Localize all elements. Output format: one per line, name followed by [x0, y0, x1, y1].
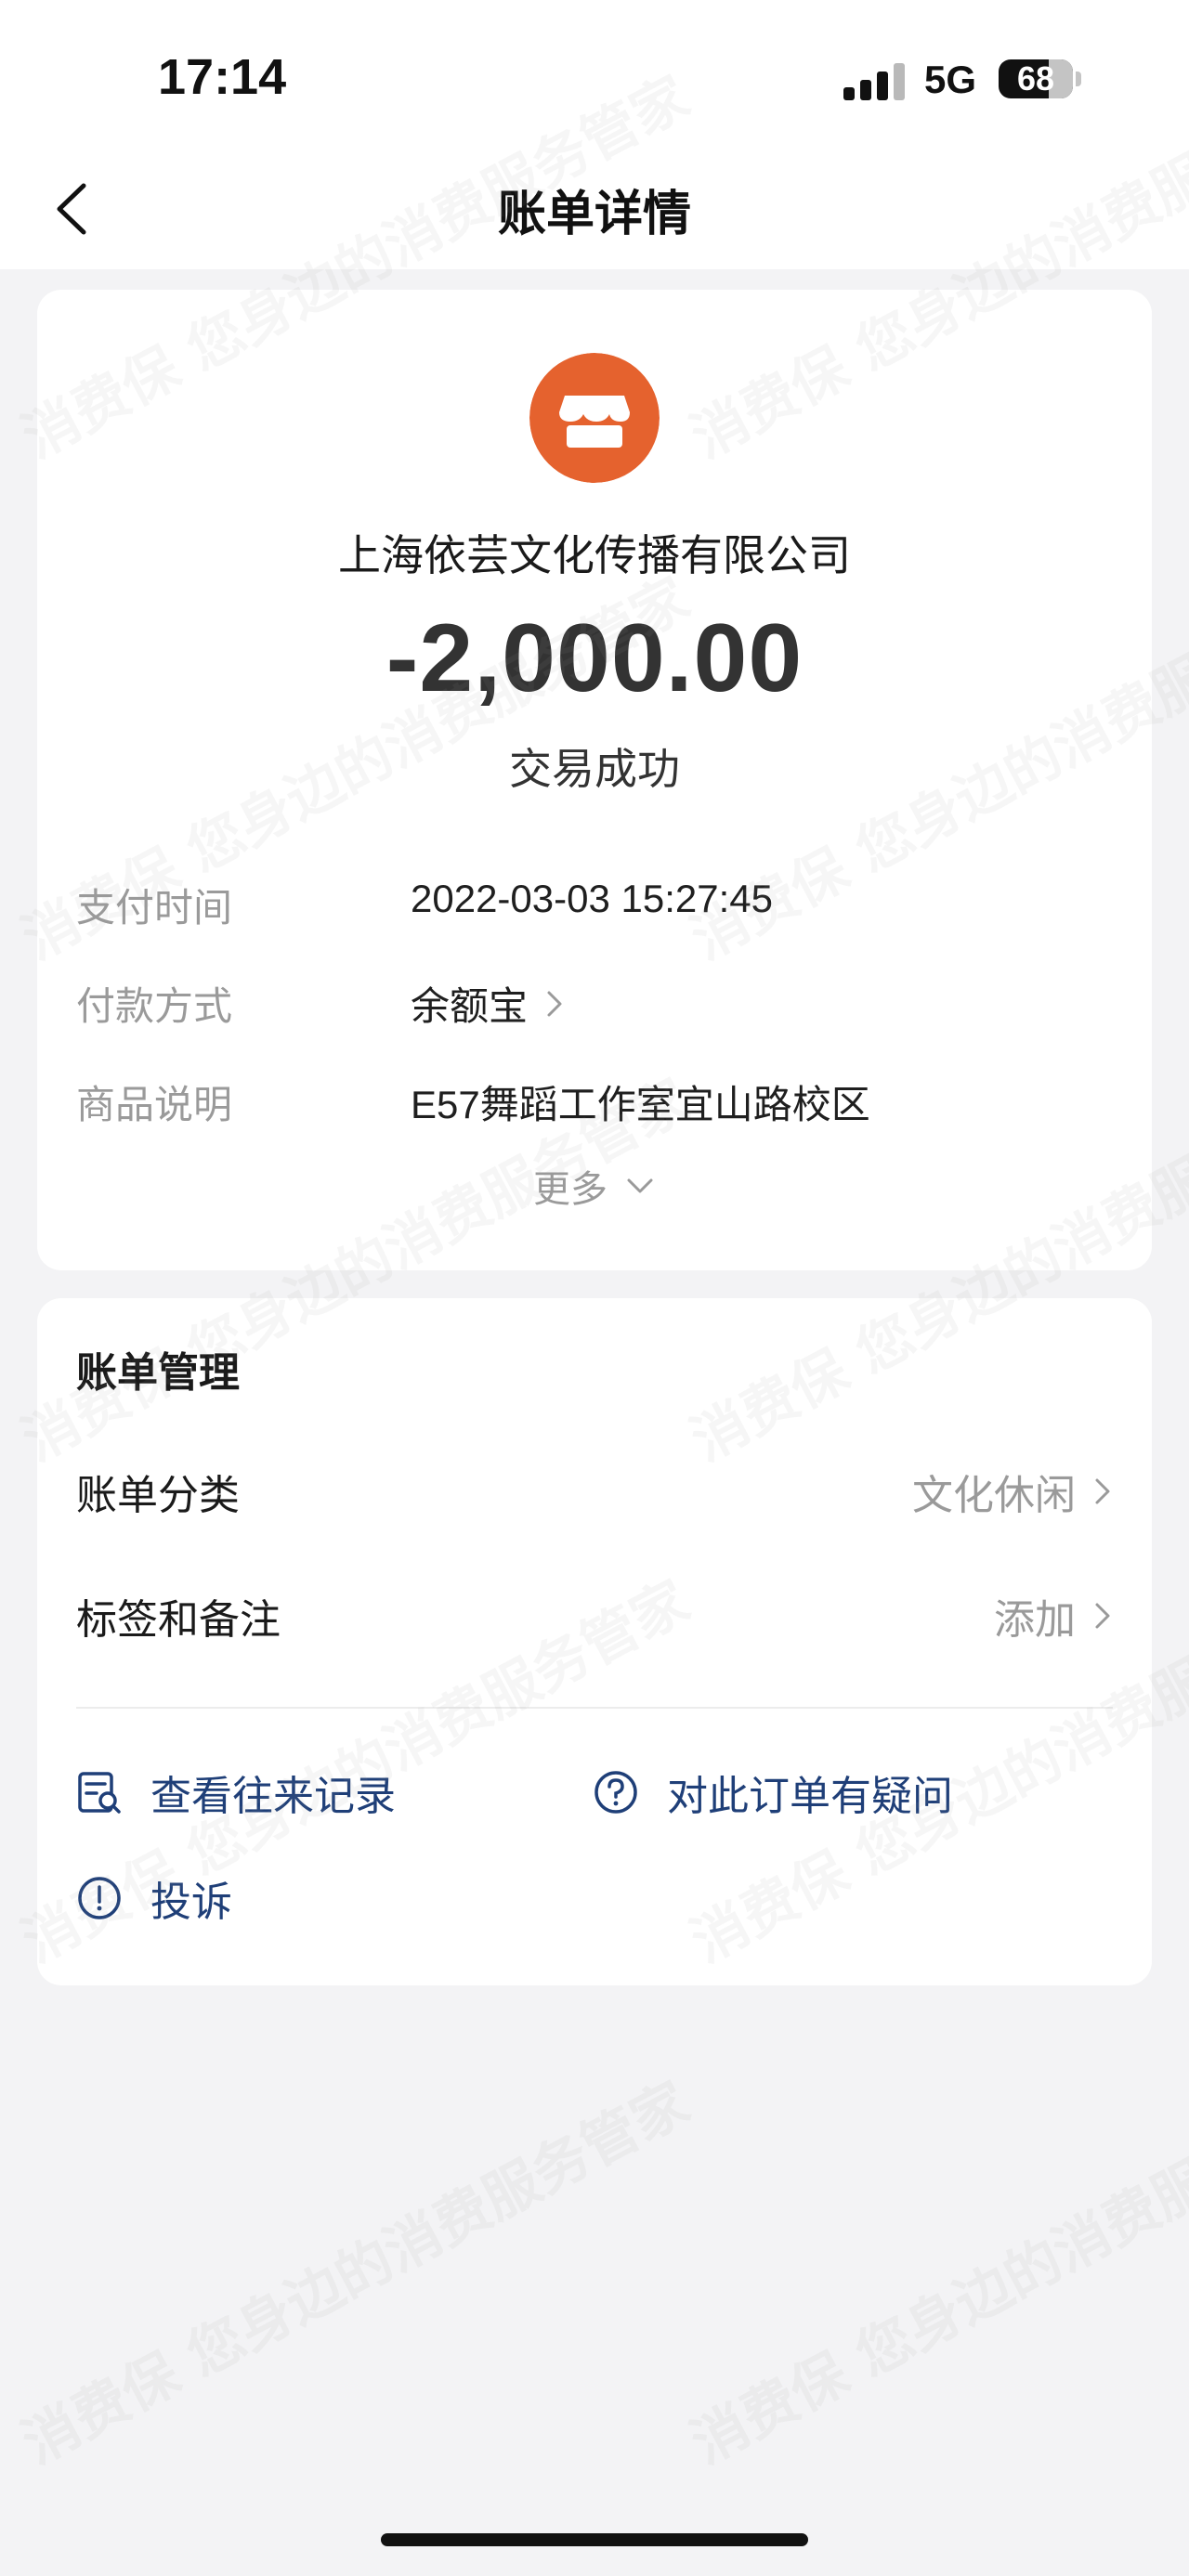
- page-title: 账单详情: [497, 187, 691, 242]
- chevron-right-icon: [1095, 1478, 1110, 1504]
- tag-note-value-wrap[interactable]: 添加: [994, 1586, 1113, 1646]
- more-button[interactable]: 更多: [37, 1159, 1152, 1213]
- order-question-button[interactable]: 对此订单有疑问: [593, 1763, 953, 1822]
- tag-note-value: 添加: [994, 1596, 1076, 1644]
- detail-row-pay-time: 支付时间 2022-03-03 15:27:45: [76, 877, 1113, 936]
- goods-value: E57舞蹈工作室宜山路校区: [411, 1083, 870, 1126]
- bill-category-row[interactable]: 账单分类 文化休闲: [76, 1458, 1113, 1523]
- goods-label: 商品说明: [76, 1082, 233, 1127]
- detail-row-pay-method[interactable]: 付款方式 余额宝: [76, 975, 1113, 1034]
- divider: [76, 1707, 1113, 1709]
- pay-method-value: 余额宝: [411, 984, 529, 1028]
- view-history-button[interactable]: 查看往来记录: [76, 1763, 396, 1822]
- chevron-right-icon: [547, 991, 562, 1016]
- pay-method-label: 付款方式: [76, 983, 233, 1029]
- pay-time-value: 2022-03-03 15:27:45: [411, 877, 773, 920]
- bill-management-card: 账单管理 账单分类 文化休闲 标签和备注 添加 查看往来记录 对此订单有疑问 投…: [37, 1298, 1152, 1985]
- battery-icon: 68: [999, 59, 1073, 98]
- complain-label: 投诉: [150, 1879, 232, 1926]
- bill-management-title: 账单管理: [76, 1349, 240, 1397]
- status-bar: 17:14 5G 68: [0, 0, 1189, 139]
- battery-level: 68: [1016, 59, 1055, 98]
- tag-note-row[interactable]: 标签和备注 添加: [76, 1582, 1113, 1647]
- watermark-text: 消费保 您身边的消费服务管家: [12, 2070, 700, 2478]
- cellular-signal-icon: [843, 63, 907, 100]
- transaction-amount: -2,000.00: [385, 605, 804, 712]
- tag-note-label: 标签和备注: [76, 1596, 281, 1644]
- status-time: 17:14: [158, 49, 287, 105]
- complain-button[interactable]: 投诉: [76, 1868, 232, 1928]
- view-history-label: 查看往来记录: [150, 1773, 396, 1820]
- nav-bar: 账单详情: [0, 139, 1189, 269]
- battery-tip: [1076, 72, 1081, 86]
- exclamation-circle-icon: [78, 1877, 121, 1919]
- merchant-name: 上海依芸文化传播有限公司: [338, 530, 851, 580]
- chevron-down-icon: [627, 1178, 653, 1193]
- bill-category-value-wrap[interactable]: 文化休闲: [912, 1462, 1113, 1521]
- chevron-right-icon: [1095, 1603, 1110, 1629]
- bill-category-label: 账单分类: [76, 1472, 240, 1519]
- transaction-status: 交易成功: [509, 744, 680, 794]
- home-indicator[interactable]: [381, 2533, 808, 2546]
- network-type: 5G: [924, 58, 977, 101]
- question-circle-icon: [594, 1771, 637, 1814]
- detail-row-goods: 商品说明 E57舞蹈工作室宜山路校区: [76, 1073, 1113, 1133]
- transaction-card: 上海依芸文化传播有限公司 -2,000.00 交易成功 支付时间 2022-03…: [37, 290, 1152, 1270]
- bill-category-value: 文化休闲: [912, 1472, 1076, 1519]
- bill-detail-screen: 17:14 5G 68 账单详情 上海依芸文化传播有限公司 -2,000.00 …: [0, 0, 1189, 2576]
- record-search-icon: [78, 1772, 121, 1814]
- watermark-text: 消费保 您身边的消费服务管家: [681, 2070, 1189, 2478]
- more-label: 更多: [533, 1168, 608, 1211]
- pay-method-value-wrap[interactable]: 余额宝: [411, 975, 565, 1032]
- order-question-label: 对此订单有疑问: [667, 1773, 953, 1820]
- store-icon: [529, 353, 660, 483]
- pay-time-label: 支付时间: [76, 885, 233, 930]
